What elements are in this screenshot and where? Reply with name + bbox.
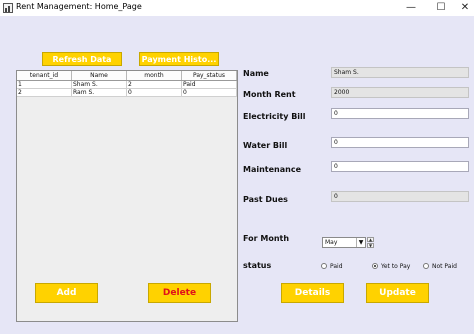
table-cell: Sham S. <box>72 81 127 88</box>
table-cell: 0 <box>127 89 182 96</box>
table-row[interactable]: 2 Ram S. 0 0 <box>17 89 237 97</box>
radio-button-icon[interactable] <box>423 263 429 269</box>
spinner-down-button[interactable]: ▼ <box>367 243 374 248</box>
status-option-label: Not Paid <box>432 263 457 270</box>
title-bar: Rent Management: Home_Page — ☐ ✕ <box>0 0 474 16</box>
details-button[interactable]: Details <box>281 283 344 303</box>
status-label: status <box>243 261 272 270</box>
maintenance-field[interactable]: 0 <box>331 161 469 172</box>
name-label: Name <box>243 69 269 78</box>
table-cell: 2 <box>17 89 72 96</box>
column-header-month[interactable]: month <box>127 71 182 80</box>
column-header-tenant-id[interactable]: tenant_id <box>17 71 72 80</box>
month-rent-label: Month Rent <box>243 90 296 99</box>
radio-button-icon[interactable] <box>372 263 378 269</box>
update-button[interactable]: Update <box>366 283 429 303</box>
table-cell: Paid <box>182 81 237 88</box>
electricity-bill-label: Electricity Bill <box>243 112 306 121</box>
table-cell: 0 <box>182 89 237 96</box>
month-dropdown[interactable]: May ▼ <box>322 237 366 248</box>
close-button[interactable]: ✕ <box>450 0 474 16</box>
for-month-label: For Month <box>243 234 290 243</box>
past-dues-label: Past Dues <box>243 195 288 204</box>
add-button[interactable]: Add <box>35 283 98 303</box>
water-bill-field[interactable]: 0 <box>331 137 469 148</box>
app-icon <box>3 3 13 13</box>
status-radio-group: Paid Yet to Pay Not Paid <box>321 262 471 271</box>
payment-history-button[interactable]: Payment Histo... <box>139 52 219 66</box>
refresh-data-button[interactable]: Refresh Data <box>42 52 122 66</box>
column-header-pay-status[interactable]: Pay_status <box>182 71 237 80</box>
column-header-name[interactable]: Name <box>72 71 127 80</box>
maintenance-label: Maintenance <box>243 165 302 174</box>
table-row[interactable]: 1 Sham S. 2 Paid <box>17 81 237 89</box>
window-title: Rent Management: Home_Page <box>16 2 142 11</box>
minimize-button[interactable]: — <box>396 0 426 16</box>
delete-button[interactable]: Delete <box>148 283 211 303</box>
name-field[interactable]: Sham S. <box>331 67 469 78</box>
table-cell: Ram S. <box>72 89 127 96</box>
table-cell: 2 <box>127 81 182 88</box>
radio-button-icon[interactable] <box>321 263 327 269</box>
chevron-down-icon[interactable]: ▼ <box>356 238 365 247</box>
status-option-label: Yet to Pay <box>381 263 411 270</box>
spinner-up-button[interactable]: ▲ <box>367 237 374 242</box>
table-header: tenant_id Name month Pay_status <box>17 71 237 81</box>
past-dues-field[interactable]: 0 <box>331 191 469 202</box>
water-bill-label: Water Bill <box>243 141 288 150</box>
table-cell: 1 <box>17 81 72 88</box>
month-dropdown-value: May <box>325 239 338 246</box>
month-rent-field[interactable]: 2000 <box>331 87 469 98</box>
electricity-bill-field[interactable]: 0 <box>331 108 469 119</box>
status-option-label: Paid <box>330 263 343 270</box>
